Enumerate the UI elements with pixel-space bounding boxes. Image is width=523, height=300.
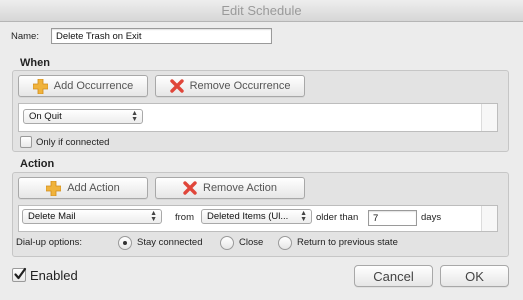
radio-stay-connected-label: Stay connected	[137, 237, 203, 248]
enabled-label: Enabled	[30, 268, 78, 283]
remove-action-button[interactable]: Remove Action	[155, 177, 305, 199]
remove-occurrence-label: Remove Occurrence	[189, 80, 291, 92]
action-type-popup[interactable]: Delete Mail ▲ ▼	[22, 209, 162, 224]
plus-icon	[32, 78, 48, 94]
add-action-label: Add Action	[67, 182, 120, 194]
only-connected-label: Only if connected	[36, 137, 110, 148]
only-connected-checkbox[interactable]	[20, 136, 32, 148]
updown-arrows-icon: ▲ ▼	[150, 209, 157, 223]
name-input[interactable]: Delete Trash on Exit	[51, 28, 272, 44]
cancel-button[interactable]: Cancel	[354, 265, 433, 287]
days-input[interactable]: 7	[368, 210, 417, 226]
occurrence-list-scrollbar[interactable]	[481, 104, 497, 131]
add-occurrence-button[interactable]: Add Occurrence	[18, 75, 148, 97]
radio-return-previous-label: Return to previous state	[297, 237, 398, 248]
window-title: Edit Schedule	[221, 3, 302, 18]
from-label: from	[175, 212, 194, 223]
add-action-button[interactable]: Add Action	[18, 177, 148, 199]
radio-stay-connected[interactable]	[118, 236, 132, 250]
ok-button-label: OK	[465, 268, 484, 284]
folder-popup[interactable]: Deleted Items (Ul... ▲ ▼	[201, 209, 312, 224]
updown-arrows-icon: ▲ ▼	[131, 109, 138, 123]
when-section-title: When	[20, 57, 50, 69]
occurrence-popup-value: On Quit	[29, 111, 62, 122]
remove-x-icon	[183, 181, 197, 195]
action-type-value: Delete Mail	[28, 211, 76, 222]
action-list-scrollbar[interactable]	[481, 206, 497, 231]
days-label: days	[421, 212, 442, 223]
folder-popup-value: Deleted Items (Ul...	[207, 211, 289, 222]
updown-arrows-icon: ▲ ▼	[300, 209, 307, 223]
dialup-label: Dial-up options:	[16, 237, 83, 248]
checkmark-icon	[14, 267, 27, 280]
cancel-button-label: Cancel	[373, 268, 414, 284]
name-label: Name:	[11, 31, 39, 42]
add-occurrence-label: Add Occurrence	[53, 80, 134, 92]
radio-close[interactable]	[220, 236, 234, 250]
occurrence-popup[interactable]: On Quit ▲ ▼	[23, 109, 143, 124]
enabled-checkbox[interactable]	[12, 267, 27, 282]
remove-action-label: Remove Action	[203, 182, 277, 194]
window-titlebar: Edit Schedule	[0, 0, 523, 22]
action-section-title: Action	[20, 158, 55, 170]
remove-x-icon	[169, 79, 184, 93]
remove-occurrence-button[interactable]: Remove Occurrence	[155, 75, 305, 97]
radio-close-label: Close	[239, 237, 264, 248]
radio-return-previous[interactable]	[278, 236, 292, 250]
plus-icon	[46, 180, 62, 196]
older-than-label: older than	[316, 212, 359, 223]
ok-button[interactable]: OK	[440, 265, 509, 287]
